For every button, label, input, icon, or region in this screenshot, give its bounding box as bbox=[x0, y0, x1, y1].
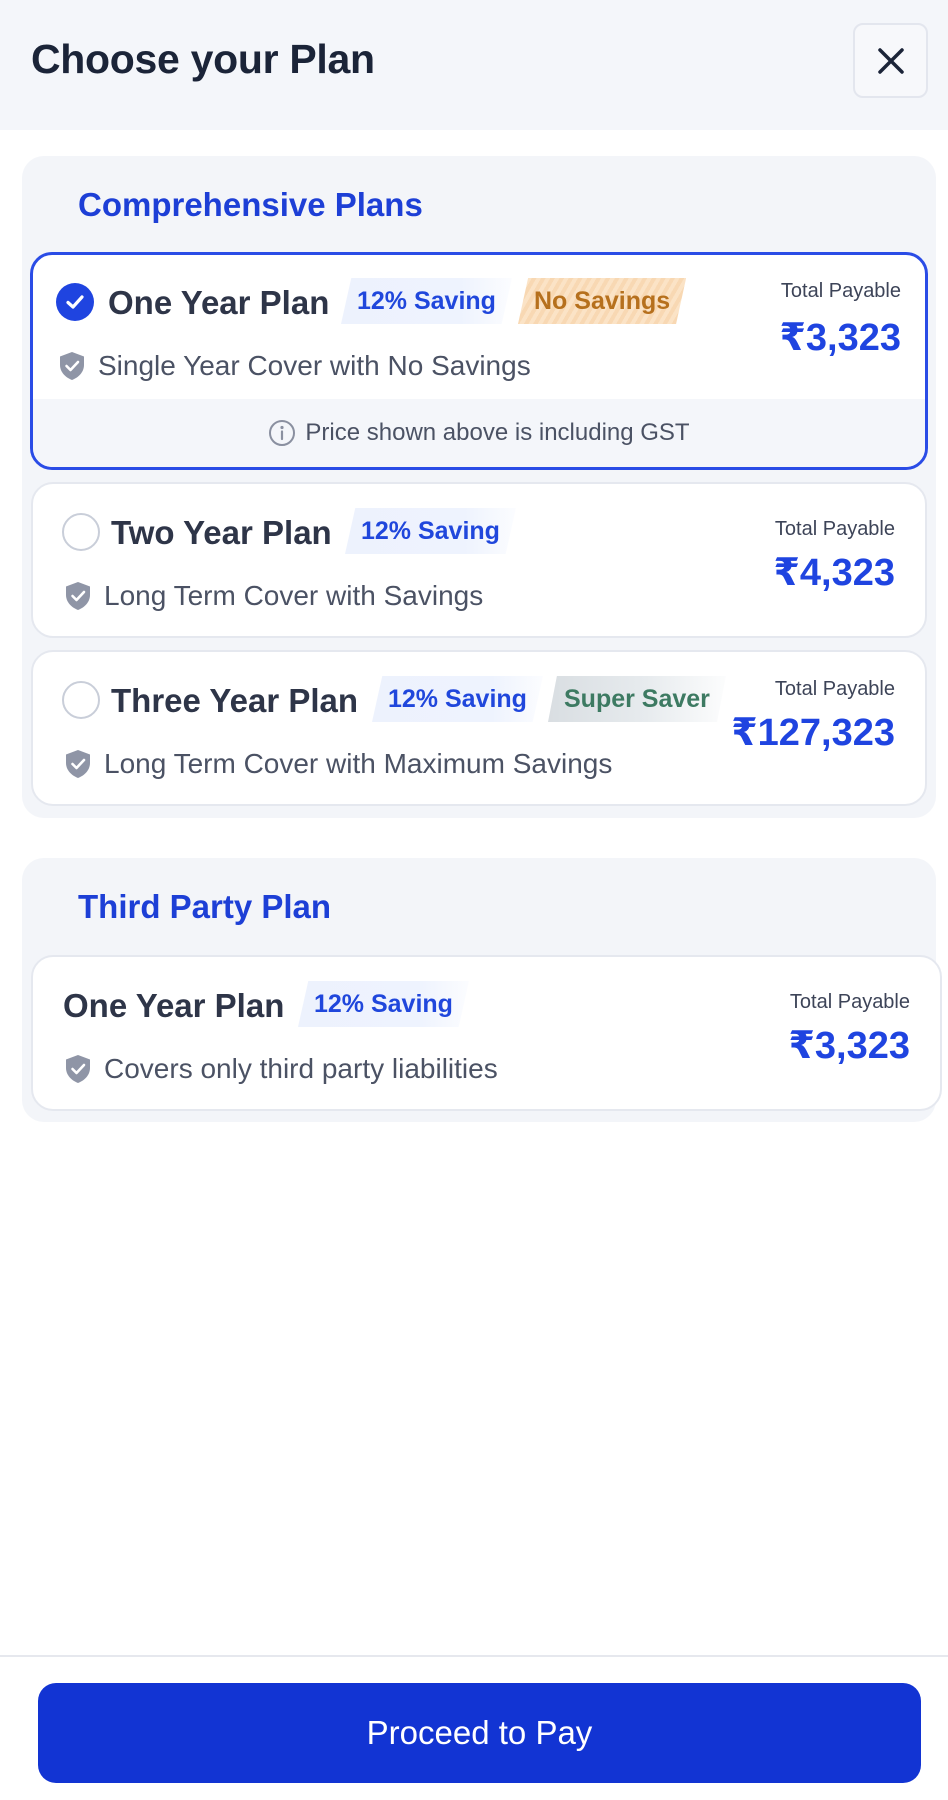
no-savings-badge: No Savings bbox=[518, 278, 687, 324]
plan-price: ₹127,323 bbox=[731, 712, 895, 754]
plan-name: Two Year Plan bbox=[111, 514, 332, 551]
plan-name: Three Year Plan bbox=[111, 682, 359, 719]
gst-note-text: Price shown above is including GST bbox=[305, 419, 690, 446]
total-payable-label: Total Payable bbox=[774, 518, 895, 540]
plan-card-third-party[interactable]: One Year Plan 12% Saving Covers only thi… bbox=[31, 955, 942, 1111]
total-payable-label: Total Payable bbox=[780, 280, 901, 302]
plan-description: Long Term Cover with Savings bbox=[64, 580, 483, 612]
close-icon bbox=[877, 47, 904, 74]
plan-card-three-year[interactable]: Three Year Plan 12% Saving Super Saver L… bbox=[31, 650, 927, 806]
plan-card-one-year[interactable]: One Year Plan 12% Saving No Savings Sing… bbox=[30, 252, 928, 470]
header: Choose your Plan bbox=[0, 0, 948, 130]
section-title-comprehensive: Comprehensive Plans bbox=[78, 186, 423, 223]
shield-icon bbox=[66, 582, 90, 610]
plan-price: ₹3,323 bbox=[788, 1025, 910, 1067]
plan-radio-checked[interactable] bbox=[56, 283, 94, 321]
plan-radio[interactable] bbox=[62, 513, 100, 551]
total-payable-label: Total Payable bbox=[774, 678, 895, 700]
plan-description-text: Long Term Cover with Maximum Savings bbox=[104, 748, 613, 779]
info-icon bbox=[269, 420, 296, 446]
plan-description-text: Single Year Cover with No Savings bbox=[98, 350, 531, 381]
plan-radio[interactable] bbox=[62, 681, 100, 719]
third-party-plan-section: Third Party Plan One Year Plan 12% Savin… bbox=[22, 858, 942, 1122]
gst-note: Price shown above is including GST bbox=[33, 399, 925, 467]
plan-name: One Year Plan bbox=[108, 284, 330, 321]
section-title-third-party: Third Party Plan bbox=[78, 888, 332, 925]
shield-icon bbox=[66, 1055, 90, 1083]
plan-description: Covers only third party liabilities bbox=[64, 1053, 498, 1085]
plan-description-text: Long Term Cover with Savings bbox=[104, 580, 484, 611]
saving-badge: 12% Saving bbox=[298, 981, 469, 1027]
check-icon bbox=[66, 295, 84, 309]
page-title: Choose your Plan bbox=[31, 36, 375, 82]
plan-description: Long Term Cover with Maximum Savings bbox=[64, 748, 612, 780]
saving-badge: 12% Saving bbox=[345, 508, 516, 554]
plan-name: One Year Plan bbox=[63, 987, 285, 1024]
plan-description: Single Year Cover with No Savings bbox=[58, 350, 531, 382]
shield-icon bbox=[60, 352, 84, 380]
saving-badge: 12% Saving bbox=[372, 676, 543, 722]
saving-badge: 12% Saving bbox=[341, 278, 512, 324]
plan-description-text: Covers only third party liabilities bbox=[104, 1053, 498, 1084]
proceed-to-pay-button[interactable]: Proceed to Pay bbox=[38, 1683, 921, 1783]
plan-card-two-year[interactable]: Two Year Plan 12% Saving Long Term Cover… bbox=[31, 482, 927, 638]
plan-price: ₹3,323 bbox=[779, 317, 901, 359]
plan-price: ₹4,323 bbox=[773, 552, 895, 594]
comprehensive-plans-section: Comprehensive Plans One Year Plan 12% Sa… bbox=[22, 156, 936, 818]
super-saver-badge: Super Saver bbox=[548, 676, 726, 722]
close-button[interactable] bbox=[853, 23, 928, 98]
footer-divider bbox=[0, 1655, 948, 1657]
total-payable-label: Total Payable bbox=[789, 991, 910, 1013]
shield-icon bbox=[66, 750, 90, 778]
